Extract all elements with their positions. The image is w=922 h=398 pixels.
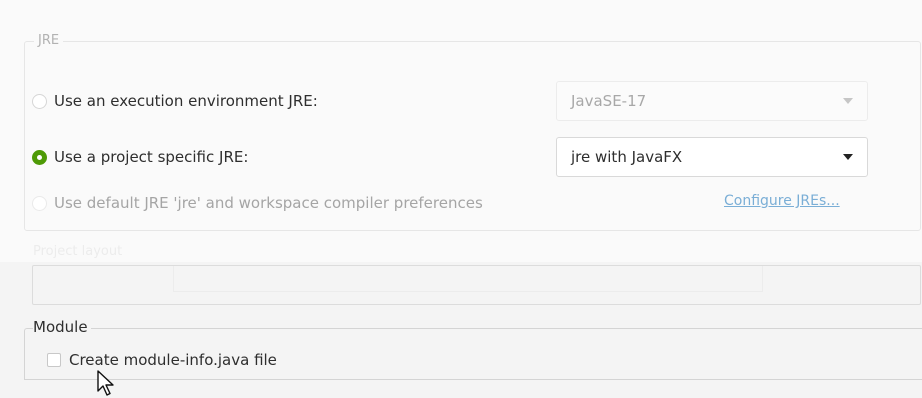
mouse-pointer-icon — [97, 370, 114, 396]
create-module-info-option[interactable]: Create module-info.java file — [47, 351, 277, 369]
default-jre-radio[interactable] — [32, 195, 47, 211]
chevron-down-icon — [843, 154, 853, 160]
jre-group-legend: JRE — [34, 32, 64, 50]
execution-environment-radio[interactable] — [32, 93, 47, 109]
default-jre-label: Use default JRE 'jre' and workspace comp… — [54, 194, 483, 212]
create-module-info-label: Create module-info.java file — [69, 351, 277, 369]
project-jre-combo[interactable]: jre with JavaFX — [556, 137, 868, 177]
chevron-down-icon — [843, 98, 853, 104]
create-module-info-checkbox[interactable] — [47, 353, 61, 367]
project-jre-value: jre with JavaFX — [571, 148, 683, 166]
execution-environment-option[interactable]: Use an execution environment JRE: — [32, 90, 318, 112]
module-group-legend: Module — [33, 317, 91, 337]
execution-environment-combo: JavaSE-17 — [556, 81, 868, 121]
project-specific-jre-label: Use a project specific JRE: — [54, 148, 249, 166]
default-jre-option[interactable]: Use default JRE 'jre' and workspace comp… — [32, 192, 483, 214]
project-specific-jre-option[interactable]: Use a project specific JRE: — [32, 146, 248, 168]
project-layout-legend: Project layout — [33, 244, 123, 259]
execution-environment-label: Use an execution environment JRE: — [54, 92, 318, 110]
jre-panel: JRE Use an execution environment JRE: Ja… — [0, 0, 922, 262]
configure-jres-link[interactable]: Configure JREs... — [724, 193, 840, 209]
project-specific-jre-radio[interactable] — [32, 149, 47, 165]
execution-environment-value: JavaSE-17 — [571, 92, 647, 110]
project-layout-inner — [173, 266, 763, 292]
project-layout-group — [32, 265, 921, 305]
